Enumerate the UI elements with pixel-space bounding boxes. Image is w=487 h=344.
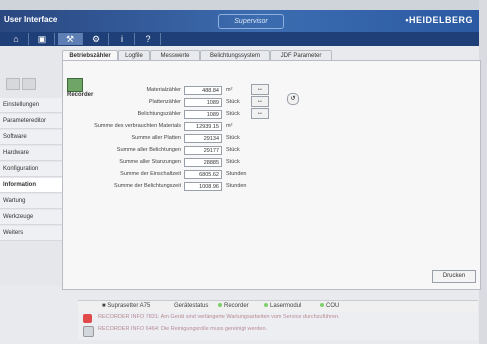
sidebar-item-parametereditor[interactable]: Parametereditor xyxy=(0,114,67,129)
counter-unit: Stück xyxy=(226,111,240,117)
status-recorder-label: Recorder xyxy=(224,303,249,309)
sidebar-item-hardware[interactable]: Hardware xyxy=(0,146,67,161)
counter-unit: Stunden xyxy=(226,183,247,189)
monitor-bezel-top xyxy=(0,0,487,10)
device-status-label: Gerätestatus xyxy=(174,303,209,309)
counter-unit: Stück xyxy=(226,99,240,105)
reset-exposure-counter-button[interactable]: ↔ xyxy=(251,108,269,119)
counter-unit: Stunden xyxy=(226,171,247,177)
alert-info-icon xyxy=(83,326,94,337)
sidebar-item-einstellungen[interactable]: Einstellungen xyxy=(0,98,67,113)
counter-label: Summe der Einschaltzeit xyxy=(120,171,181,177)
sidebar-item-wartung[interactable]: Wartung xyxy=(0,194,67,209)
counter-label: Summe aller Belichtungen xyxy=(116,147,181,153)
title-bar: User Interface Supervisor •HEIDELBERG xyxy=(0,10,479,32)
counter-value: 12939.15 xyxy=(184,122,222,131)
main-toolbar: ⌂ ▣ ⚒ ⚙ i ? xyxy=(0,32,479,46)
counter-unit: m² xyxy=(226,87,233,93)
status-recorder: Recorder xyxy=(218,303,249,309)
counter-value: 29134 xyxy=(184,134,222,143)
counter-unit: Stück xyxy=(226,147,240,153)
counter-unit: Stück xyxy=(226,135,240,141)
counter-value: 1089 xyxy=(184,110,222,119)
info-icon[interactable]: i xyxy=(110,33,135,45)
counter-label: Belichtungszähler xyxy=(137,111,181,117)
reset-all-counters-button[interactable]: ↺ xyxy=(287,93,299,105)
device-name: ■ Suprasetter A75 xyxy=(102,303,151,309)
counter-value: 28885 xyxy=(184,158,222,167)
sidebar-item-software[interactable]: Software xyxy=(0,130,67,145)
status-cou-label: COU xyxy=(326,303,340,309)
counter-label: Summe der Belichtungszeit xyxy=(114,183,181,189)
counter-value: 1008.96 xyxy=(184,182,222,191)
reset-material-counter-button[interactable]: ↔ xyxy=(251,84,269,95)
sidebar-item-konfiguration[interactable]: Konfiguration xyxy=(0,162,67,177)
counter-unit: m² xyxy=(226,123,233,129)
device-name-text: Suprasetter A75 xyxy=(107,303,151,309)
tools-icon[interactable]: ⚒ xyxy=(58,33,83,45)
brand-logo: •HEIDELBERG xyxy=(405,15,473,25)
status-cou: COU xyxy=(320,303,339,309)
counter-label: Materialzähler xyxy=(146,87,181,93)
window-title: User Interface xyxy=(4,15,58,24)
counter-label: Plattenzähler xyxy=(148,99,181,105)
wrench-icon[interactable]: ⚙ xyxy=(84,33,109,45)
role-badge: Supervisor xyxy=(218,14,284,29)
sidebar-item-weiters[interactable]: Weiters xyxy=(0,226,67,241)
counter-value: 488.84 xyxy=(184,86,222,95)
help-icon[interactable]: ? xyxy=(136,33,161,45)
sidebar-item-werkzeuge[interactable]: Werkzeuge xyxy=(0,210,67,225)
save-icon[interactable]: ▣ xyxy=(30,33,55,45)
counter-unit: Stück xyxy=(226,159,240,165)
sidebar: Einstellungen Parametereditor Software Hard… xyxy=(0,46,67,286)
reset-plate-counter-button[interactable]: ↔ xyxy=(251,96,269,107)
status-lasermodul: Lasermodul xyxy=(264,303,301,309)
counter-value: 1089 xyxy=(184,98,222,107)
sidebar-forward-button[interactable] xyxy=(22,78,36,90)
sidebar-item-information[interactable]: Information xyxy=(0,178,67,193)
status-lasermodul-label: Lasermodul xyxy=(270,303,302,309)
alert-message: RECORDER INFO 6464: Die Reinigungsrolle … xyxy=(98,326,268,332)
print-button[interactable]: Drucken xyxy=(432,270,476,283)
counter-label: Summe aller Stanzungen xyxy=(119,159,181,165)
sidebar-back-button[interactable] xyxy=(6,78,20,90)
brand-name: HEIDELBERG xyxy=(408,15,473,25)
alert-area: RECORDER INFO 7831: Am Gerät sind verlän… xyxy=(78,312,478,340)
alert-message: RECORDER INFO 7831: Am Gerät sind verlän… xyxy=(98,314,340,320)
counter-label: Summe aller Platten xyxy=(131,135,181,141)
alert-error-icon xyxy=(83,314,92,323)
counter-value: 6805.62 xyxy=(184,170,222,179)
home-icon[interactable]: ⌂ xyxy=(4,33,29,45)
counter-label: Summe des verbrauchten Materials xyxy=(94,123,181,129)
counter-value: 29177 xyxy=(184,146,222,155)
